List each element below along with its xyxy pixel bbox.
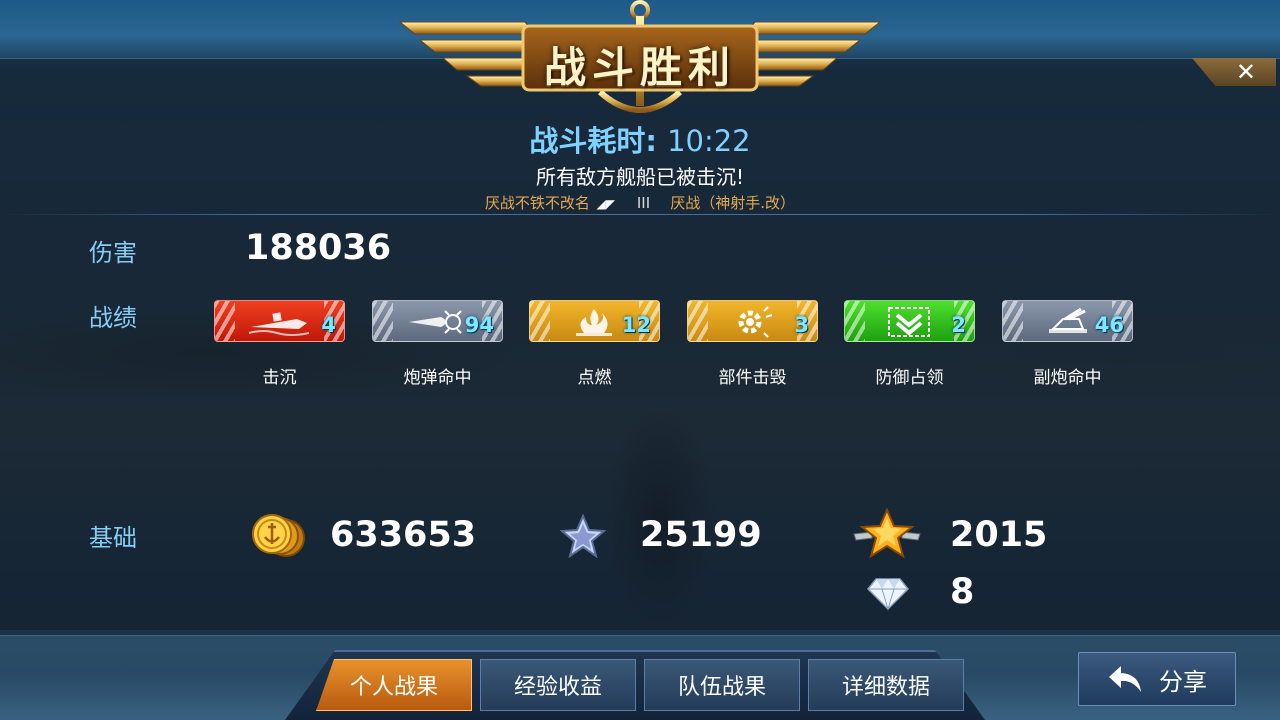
- header-divider: [0, 214, 1280, 215]
- medal-label-defend: 防御占领: [875, 368, 944, 388]
- share-arrow-icon: [1109, 666, 1141, 692]
- ship-tier: III: [636, 194, 651, 212]
- share-label: 分享: [1159, 667, 1207, 696]
- medal-defend-capture[interactable]: 2: [844, 300, 975, 342]
- medal-sink[interactable]: 4: [214, 300, 345, 342]
- result-message: 所有敌方舰船已被击沉!: [535, 165, 745, 189]
- rank-icon: ◢◤: [596, 197, 615, 211]
- ship-name: 厌战（神射手.改）: [670, 194, 796, 212]
- player-info: 厌战不铁不改名 ◢◤ III 厌战（神射手.改）: [0, 192, 1280, 213]
- close-icon: ✕: [1235, 58, 1256, 86]
- medal-count: 46: [1094, 313, 1124, 337]
- diamonds-value: 8: [950, 572, 975, 612]
- medal-ignite[interactable]: 12: [529, 300, 660, 342]
- tab-personal-results[interactable]: 个人战果: [316, 659, 472, 711]
- captain-exp-value: 2015: [950, 515, 1048, 555]
- duration-value: 10:22: [667, 124, 751, 158]
- victory-banner: 战斗胜利: [395, 0, 885, 120]
- victory-title: 战斗胜利: [543, 43, 736, 92]
- medal-label-shell-hit: 炮弹命中: [403, 368, 472, 388]
- base-label: 基础: [89, 524, 137, 552]
- player-name: 厌战不铁不改名: [484, 194, 590, 212]
- tab-exp-rewards[interactable]: 经验收益: [480, 659, 636, 711]
- coins-value: 633653: [330, 515, 477, 555]
- medal-count: 94: [464, 313, 494, 337]
- share-button[interactable]: 分享: [1078, 652, 1236, 706]
- medal-count: 4: [321, 313, 336, 337]
- secondary-gun-icon: [1049, 307, 1087, 333]
- medal-count: 3: [794, 313, 809, 337]
- damage-value: 188036: [245, 228, 392, 268]
- medal-secondary-hit[interactable]: 46: [1002, 300, 1133, 342]
- damage-label: 伤害: [89, 239, 137, 267]
- medal-count: 12: [621, 313, 651, 337]
- ship-exp-value: 25199: [640, 515, 762, 555]
- medal-count: 2: [951, 313, 966, 337]
- shell-hit-icon: [409, 310, 462, 334]
- medal-component-destroyed[interactable]: 3: [687, 300, 818, 342]
- fire-icon: [576, 309, 612, 336]
- gear-burst-icon: [738, 306, 773, 338]
- sinking-ship-icon: [248, 312, 310, 336]
- medal-label-secondary: 副炮命中: [1033, 368, 1102, 388]
- medal-label-ignite: 点燃: [577, 368, 612, 388]
- medal-label-sink: 击沉: [262, 368, 297, 388]
- medal-shell-hit[interactable]: 94: [372, 300, 503, 342]
- captain-exp-star-icon: [853, 508, 921, 559]
- record-label: 战绩: [89, 304, 137, 332]
- gold-coin-icon: [252, 514, 305, 557]
- chevron-shield-icon: [888, 307, 930, 337]
- medal-label-component: 部件击毁: [718, 368, 787, 388]
- ship-exp-star-icon: [560, 514, 606, 558]
- diamond-icon: [866, 578, 910, 611]
- tab-detailed-data[interactable]: 详细数据: [808, 659, 964, 711]
- tab-team-results[interactable]: 队伍战果: [644, 659, 800, 711]
- duration-label: 战斗耗时:: [529, 124, 657, 158]
- battle-duration: 战斗耗时: 10:22: [0, 118, 1280, 160]
